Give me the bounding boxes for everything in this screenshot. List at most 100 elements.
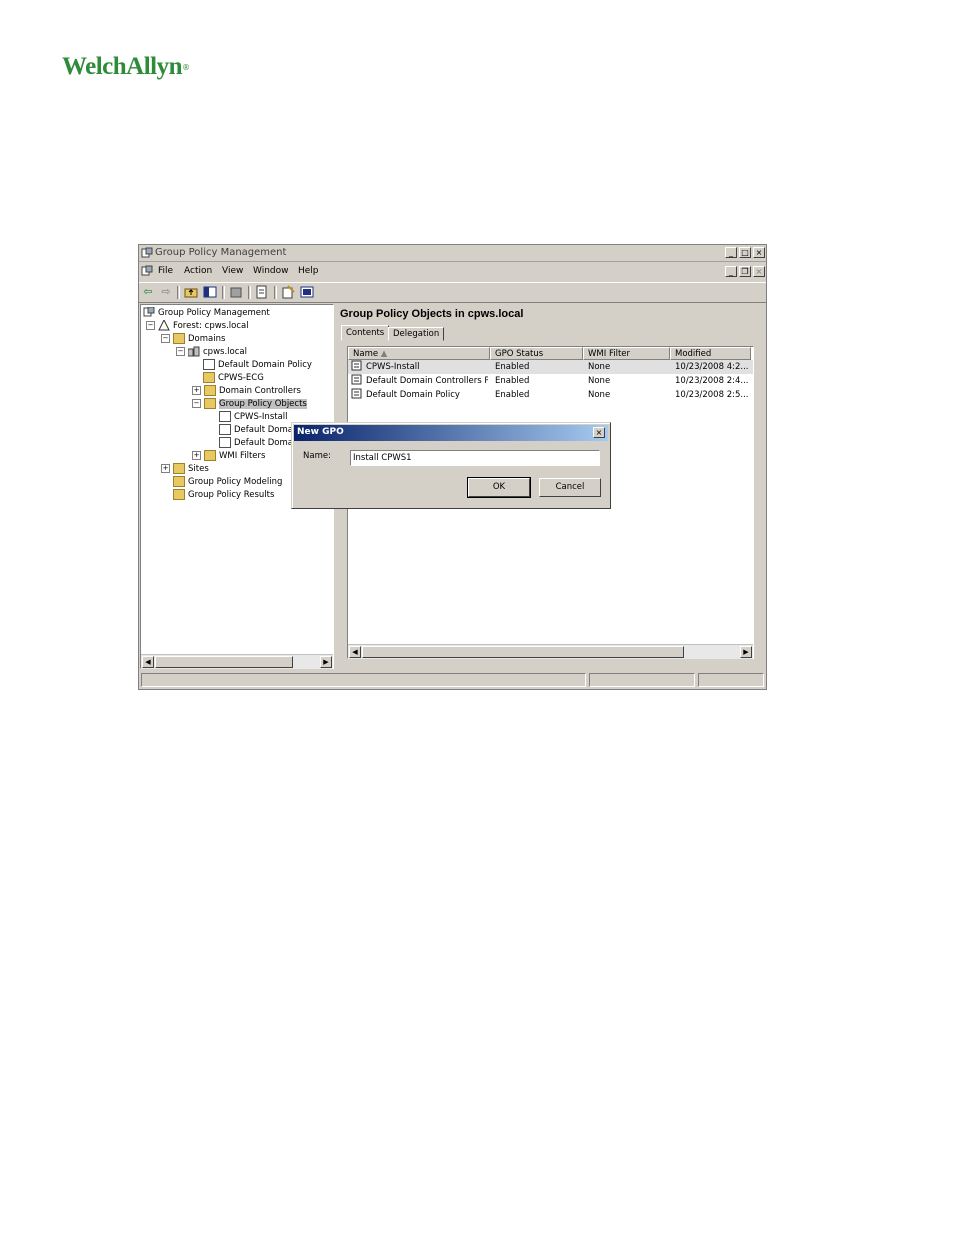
tree-node-domain[interactable]: − cpws.local bbox=[176, 346, 247, 359]
back-arrow-icon[interactable]: ⇦ bbox=[141, 285, 155, 299]
child-restore-button[interactable]: ❐ bbox=[739, 266, 751, 277]
domain-icon bbox=[187, 346, 200, 357]
ok-button[interactable]: OK bbox=[467, 477, 531, 498]
tree-label: CPWS-ECG bbox=[218, 373, 264, 383]
tree-node-modeling[interactable]: Group Policy Modeling bbox=[173, 476, 282, 489]
gpmc-app-icon bbox=[141, 247, 153, 259]
menu-view[interactable]: View bbox=[222, 266, 243, 276]
scroll-left-icon[interactable]: ◀ bbox=[142, 656, 154, 668]
minimize-button[interactable]: _ bbox=[725, 247, 737, 258]
column-header-modified[interactable]: Modified bbox=[670, 347, 751, 360]
sort-ascending-icon: ▲ bbox=[380, 349, 388, 359]
cell-name: CPWS-Install bbox=[366, 362, 420, 372]
column-header-wmi-filter[interactable]: WMI Filter bbox=[583, 347, 670, 360]
forward-arrow-icon[interactable]: ⇨ bbox=[159, 285, 173, 299]
tree-label: Group Policy Results bbox=[188, 490, 275, 500]
cell-wmi: None bbox=[588, 376, 611, 386]
child-minimize-button[interactable]: _ bbox=[725, 266, 737, 277]
scroll-thumb[interactable] bbox=[362, 646, 684, 658]
export-list-icon[interactable] bbox=[281, 285, 295, 299]
expand-icon[interactable]: + bbox=[161, 464, 170, 473]
tree-node-group-policy-objects[interactable]: − Group Policy Objects bbox=[192, 398, 307, 411]
column-header-name[interactable]: Name ▲ bbox=[348, 347, 490, 360]
collapse-icon[interactable]: − bbox=[176, 347, 185, 356]
scroll-left-icon[interactable]: ◀ bbox=[349, 646, 361, 658]
scroll-right-icon[interactable]: ▶ bbox=[320, 656, 332, 668]
delete-icon[interactable] bbox=[229, 285, 243, 299]
modeling-icon bbox=[173, 476, 185, 487]
table-row[interactable]: Default Domain Policy Enabled None 10/23… bbox=[348, 388, 753, 402]
menu-window[interactable]: Window bbox=[253, 266, 289, 276]
tree-node-sites[interactable]: + Sites bbox=[161, 463, 209, 476]
tab-contents[interactable]: Contents bbox=[341, 325, 390, 341]
gpo-icon bbox=[351, 388, 363, 404]
tree-label: WMI Filters bbox=[219, 451, 266, 461]
tree-horizontal-scrollbar[interactable]: ◀ ▶ bbox=[141, 654, 333, 669]
toolbar-separator bbox=[177, 286, 180, 299]
table-row[interactable]: Default Domain Controllers P... Enabled … bbox=[348, 374, 753, 388]
toolbar-separator bbox=[222, 286, 225, 299]
window-title: Group Policy Management bbox=[155, 247, 287, 258]
results-icon bbox=[173, 489, 185, 500]
new-gpo-dialog: New GPO × Name: OK Cancel bbox=[291, 422, 611, 509]
column-header-gpo-status[interactable]: GPO Status bbox=[490, 347, 583, 360]
tree-label-root: Group Policy Management bbox=[158, 308, 270, 318]
menu-help[interactable]: Help bbox=[298, 266, 319, 276]
table-row[interactable]: CPWS-Install Enabled None 10/23/2008 4:2… bbox=[348, 360, 753, 374]
dialog-title: New GPO bbox=[297, 427, 344, 437]
cancel-button[interactable]: Cancel bbox=[539, 478, 601, 497]
gpo-icon bbox=[219, 424, 231, 435]
tree-label: Sites bbox=[188, 464, 209, 474]
logo-text: WelchAllyn bbox=[62, 53, 183, 80]
tree-node-gpo[interactable]: Default Domai bbox=[219, 437, 295, 450]
properties-icon[interactable] bbox=[255, 285, 269, 299]
tree-label-domains: Domains bbox=[188, 334, 226, 344]
tree-node-domains[interactable]: − Domains bbox=[161, 333, 225, 346]
gpmc-icon bbox=[143, 306, 155, 318]
status-bar bbox=[139, 671, 766, 689]
toolbar: ⇦ ⇨ bbox=[139, 282, 766, 303]
gpo-icon bbox=[219, 437, 231, 448]
cell-status: Enabled bbox=[495, 362, 530, 372]
tree-node-root[interactable]: Group Policy Management bbox=[143, 306, 270, 320]
menu-action[interactable]: Action bbox=[184, 266, 212, 276]
collapse-icon[interactable]: − bbox=[146, 321, 155, 330]
status-panel bbox=[141, 673, 586, 687]
tree-node-domain-controllers[interactable]: + Domain Controllers bbox=[192, 385, 301, 398]
child-close-button[interactable]: × bbox=[753, 266, 765, 277]
cell-name: Default Domain Policy bbox=[366, 390, 460, 400]
tree-node-forest[interactable]: − Forest: cpws.local bbox=[146, 318, 249, 333]
pane-title: Group Policy Objects in cpws.local bbox=[340, 308, 524, 320]
collapse-icon[interactable]: − bbox=[161, 334, 170, 343]
ou-folder-icon bbox=[203, 372, 215, 383]
gpo-name-input[interactable] bbox=[350, 450, 600, 466]
tree-node-cpws-ecg[interactable]: CPWS-ECG bbox=[203, 372, 264, 385]
cell-name: Default Domain Controllers P... bbox=[366, 376, 488, 386]
tab-delegation[interactable]: Delegation bbox=[388, 327, 445, 341]
mmc-doc-icon bbox=[141, 265, 153, 277]
expand-icon[interactable]: + bbox=[192, 386, 201, 395]
tree-node-wmi-filters[interactable]: + WMI Filters bbox=[192, 450, 265, 463]
help-icon[interactable] bbox=[300, 285, 314, 299]
menu-bar: File Action View Window Help _ ❐ × bbox=[139, 263, 766, 280]
tree-node-gpo[interactable]: CPWS-Install bbox=[219, 411, 288, 424]
close-button[interactable]: × bbox=[753, 247, 765, 258]
tree-node-default-domain-policy[interactable]: Default Domain Policy bbox=[203, 359, 312, 372]
tree-label: Default Domain Policy bbox=[218, 360, 312, 370]
forest-icon bbox=[158, 318, 170, 331]
menu-file[interactable]: File bbox=[158, 266, 173, 276]
tree-node-results[interactable]: Group Policy Results bbox=[173, 489, 274, 502]
show-hide-tree-icon[interactable] bbox=[203, 285, 217, 299]
expand-icon[interactable]: + bbox=[192, 451, 201, 460]
collapse-icon[interactable]: − bbox=[192, 399, 201, 408]
up-folder-icon[interactable] bbox=[184, 285, 198, 299]
tree-label-domain: cpws.local bbox=[203, 347, 247, 357]
scroll-right-icon[interactable]: ▶ bbox=[740, 646, 752, 658]
tree-node-gpo[interactable]: Default Domai bbox=[219, 424, 295, 437]
maximize-button[interactable]: □ bbox=[739, 247, 751, 258]
folder-icon bbox=[173, 333, 185, 344]
scroll-thumb[interactable] bbox=[155, 656, 293, 668]
list-horizontal-scrollbar[interactable]: ◀ ▶ bbox=[348, 644, 753, 659]
toolbar-separator bbox=[274, 286, 277, 299]
dialog-close-button[interactable]: × bbox=[593, 427, 605, 438]
